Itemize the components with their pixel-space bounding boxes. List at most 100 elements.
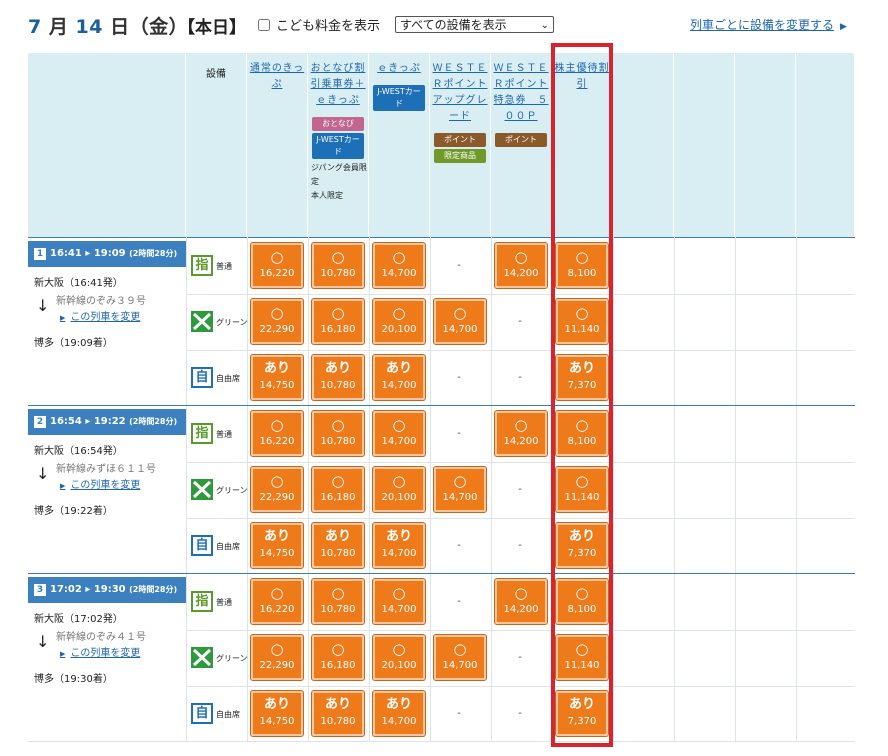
fare-price: 22,290 <box>259 660 295 671</box>
train-time: 16:54 ▸ 19:22 <box>50 416 130 427</box>
fare-select-button[interactable]: あり 14,750 <box>250 354 304 401</box>
unavailable-dash: - <box>457 708 461 719</box>
fare-select-button[interactable]: ○ 10,780 <box>311 410 365 457</box>
fare-badge: J-WESTカード <box>312 133 364 159</box>
fare-select-button[interactable]: ○ 14,200 <box>494 242 548 289</box>
header-cell <box>735 53 796 237</box>
departure-station: 新大阪（16:41発） <box>34 278 123 289</box>
header-cell <box>613 53 674 237</box>
fare-select-button[interactable]: あり 10,780 <box>311 522 365 569</box>
down-arrow-icon: ↓ <box>36 464 50 483</box>
fare-type-link[interactable]: 通常のきっぷ <box>247 53 307 93</box>
fare-select-button[interactable]: ○ 22,290 <box>250 634 304 681</box>
fare-select-button[interactable]: あり 14,750 <box>250 522 304 569</box>
arrival-station: 博多（19:09着） <box>34 338 113 349</box>
facility-select[interactable]: すべての設備を表示 ⌄ <box>395 16 554 33</box>
fare-select-button[interactable]: あり 14,700 <box>372 354 426 401</box>
header-cell <box>674 53 735 237</box>
fare-select-button[interactable]: ○ 20,100 <box>372 466 426 513</box>
fare-select-button[interactable]: ○ 14,700 <box>372 242 426 289</box>
fare-badge: J-WESTカード <box>373 85 425 111</box>
seat-type-label: 普通 <box>216 262 232 271</box>
fare-select-button[interactable]: ○ 14,700 <box>433 466 487 513</box>
availability-mark: ○ <box>331 584 345 602</box>
fare-price: 16,220 <box>259 604 295 615</box>
fare-badges: ポイント <box>491 125 551 147</box>
train-name: 新幹線みずほ６１１号 <box>56 464 156 475</box>
fare-select-button[interactable]: ○ 16,180 <box>311 298 365 345</box>
fare-select-button[interactable]: ○ 14,200 <box>494 578 548 625</box>
arrival-station: 博多（19:22着） <box>34 506 113 517</box>
fare-select-button[interactable]: ○ 16,220 <box>250 242 304 289</box>
fare-badges: おとなび J-WESTカード <box>308 109 368 159</box>
today-label: 【本日】 <box>178 18 246 38</box>
change-facility-link[interactable]: 列車ごとに設備を変更する ▶ <box>690 16 847 33</box>
change-train-link[interactable]: ▶ この列車を変更 <box>60 647 140 661</box>
fare-select-button[interactable]: ○ 22,290 <box>250 466 304 513</box>
column-divider <box>308 237 309 741</box>
fare-select-button[interactable]: ○ 10,780 <box>311 242 365 289</box>
fare-select-button[interactable]: ○ 16,220 <box>250 410 304 457</box>
change-train-label: この列車を変更 <box>70 312 141 323</box>
child-fare-checkbox[interactable] <box>258 18 270 31</box>
fare-select-button[interactable]: あり 14,700 <box>372 690 426 737</box>
train-duration: (2時間28分) <box>129 417 178 426</box>
triangle-right-icon: ▶ <box>60 482 66 490</box>
header-cell <box>796 53 855 237</box>
fare-select-button[interactable]: ○ 14,700 <box>433 634 487 681</box>
change-train-label: この列車を変更 <box>70 648 141 659</box>
arrival-station: 博多（19:30着） <box>34 674 113 685</box>
fare-select-button[interactable]: あり 10,780 <box>311 354 365 401</box>
fare-select-button[interactable]: ○ 14,700 <box>372 410 426 457</box>
fare-select-button[interactable]: ○ 16,180 <box>311 466 365 513</box>
train-header: 2 16:54 ▸ 19:22 (2時間28分) <box>28 409 186 435</box>
fare-select-button[interactable]: あり 14,750 <box>250 690 304 737</box>
availability-mark: ○ <box>331 248 345 266</box>
fare-price: 22,290 <box>259 324 295 335</box>
column-divider <box>186 237 187 741</box>
fare-select-button[interactable]: ○ 22,290 <box>250 298 304 345</box>
fare-type-link[interactable]: ｅきっぷ <box>369 53 429 77</box>
fare-price: 14,700 <box>442 324 478 335</box>
child-fare-toggle[interactable]: こども料金を表示 <box>258 15 380 34</box>
availability-mark: あり <box>263 697 290 712</box>
fare-select-button[interactable]: ○ 10,780 <box>311 578 365 625</box>
fare-price: 16,180 <box>320 324 356 335</box>
fare-select-button[interactable]: ○ 20,100 <box>372 298 426 345</box>
fare-select-button[interactable]: あり 10,780 <box>311 690 365 737</box>
train-info: 新大阪（16:41発） ↓ 新幹線のぞみ３９号 ▶ この列車を変更 博多（19:09着） <box>34 277 184 357</box>
header-cell: おとなび割引乗車券＋ｅきっぷ おとなび J-WESTカード ジパング会員限定 本人限定 <box>308 53 369 237</box>
header-cell: ＷＥＳＴＥＲポイントアップグレード ポイント 限定商品 <box>430 53 491 237</box>
train-time: 17:02 ▸ 19:30 <box>50 584 130 595</box>
availability-mark: あり <box>324 697 351 712</box>
fare-badges: J-WESTカード <box>369 77 429 111</box>
fare-select-button[interactable]: ○ 20,100 <box>372 634 426 681</box>
fare-badge: 限定商品 <box>434 149 486 163</box>
fare-select-button[interactable]: ○ 14,200 <box>494 410 548 457</box>
down-arrow-icon: ↓ <box>36 296 50 315</box>
train-number: 2 <box>34 416 46 428</box>
availability-mark: ○ <box>392 640 406 658</box>
fare-select-button[interactable]: ○ 16,180 <box>311 634 365 681</box>
fare-type-link[interactable]: ＷＥＳＴＥＲポイント特急券 ５００Ｐ <box>491 53 551 125</box>
column-divider <box>674 237 675 741</box>
fare-type-link[interactable]: ＷＥＳＴＥＲポイントアップグレード <box>430 53 490 125</box>
availability-mark: あり <box>385 697 412 712</box>
triangle-right-icon: ▶ <box>60 650 66 658</box>
seat-type-label: グリーン <box>216 318 248 327</box>
change-train-link[interactable]: ▶ この列車を変更 <box>60 311 140 325</box>
train-header: 3 17:02 ▸ 19:30 (2時間28分) <box>28 577 186 603</box>
fare-select-button[interactable]: あり 14,700 <box>372 522 426 569</box>
fare-select-button[interactable]: ○ 14,700 <box>433 298 487 345</box>
non-reserved-seat-icon: 自 <box>191 367 213 388</box>
availability-mark: ○ <box>331 640 345 658</box>
triangle-right-icon: ▶ <box>60 314 66 322</box>
change-train-link[interactable]: ▶ この列車を変更 <box>60 479 140 493</box>
train-time: 16:41 ▸ 19:09 <box>50 248 130 259</box>
unavailable-dash: - <box>457 596 461 607</box>
fare-type-link[interactable]: おとなび割引乗車券＋ｅきっぷ <box>308 53 368 109</box>
fare-select-button[interactable]: ○ 16,220 <box>250 578 304 625</box>
availability-mark: ○ <box>392 304 406 322</box>
header-cell: 設備 <box>186 53 247 237</box>
fare-select-button[interactable]: ○ 14,700 <box>372 578 426 625</box>
